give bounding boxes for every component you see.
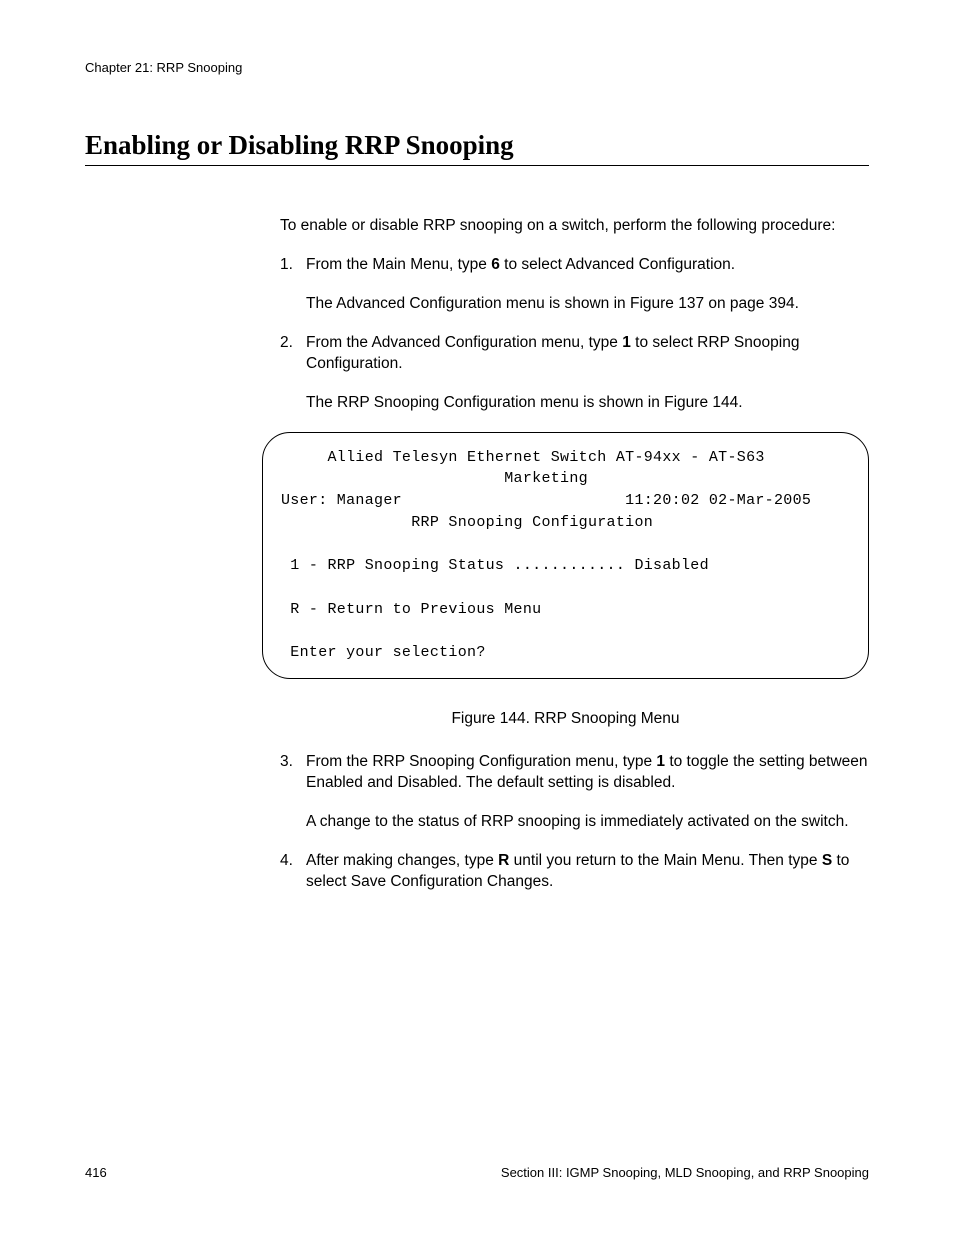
step-2: 2. From the Advanced Configuration menu,… [280,333,869,414]
intro-text: To enable or disable RRP snooping on a s… [280,216,869,237]
step-3: 3. From the RRP Snooping Configuration m… [280,752,869,833]
figure-caption: Figure 144. RRP Snooping Menu [262,709,869,730]
step-number: 4. [280,851,306,893]
step-text: From the Main Menu, type 6 to select Adv… [306,255,869,276]
section-title: Enabling or Disabling RRP Snooping [85,130,869,166]
terminal-screen: Allied Telesyn Ethernet Switch AT-94xx -… [262,432,869,680]
chapter-header: Chapter 21: RRP Snooping [85,60,869,75]
step-list: 1. From the Main Menu, type 6 to select … [280,255,869,414]
step-result: A change to the status of RRP snooping i… [306,812,869,833]
step-text: After making changes, type R until you r… [306,851,869,893]
step-text: From the RRP Snooping Configuration menu… [306,752,869,794]
content-body: To enable or disable RRP snooping on a s… [280,216,869,893]
page-footer: 416 Section III: IGMP Snooping, MLD Snoo… [85,1165,869,1180]
step-result: The RRP Snooping Configuration menu is s… [306,393,869,414]
step-text: From the Advanced Configuration menu, ty… [306,333,869,375]
step-list-2: 3. From the RRP Snooping Configuration m… [280,752,869,893]
step-number: 1. [280,255,306,315]
step-number: 2. [280,333,306,414]
page-number: 416 [85,1165,107,1180]
step-1: 1. From the Main Menu, type 6 to select … [280,255,869,315]
section-label: Section III: IGMP Snooping, MLD Snooping… [501,1165,869,1180]
step-result: The Advanced Configuration menu is shown… [306,294,869,315]
step-4: 4. After making changes, type R until yo… [280,851,869,893]
step-number: 3. [280,752,306,833]
